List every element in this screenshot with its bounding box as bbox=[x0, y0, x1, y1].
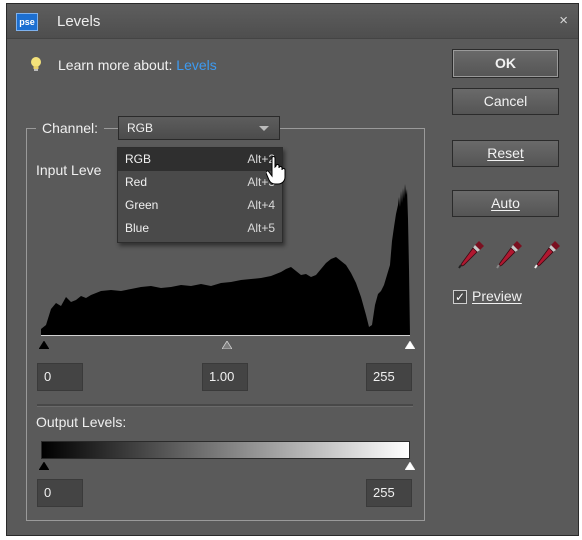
input-white-slider-handle[interactable] bbox=[405, 341, 415, 349]
input-gamma-field[interactable]: 1.00 bbox=[202, 363, 248, 391]
histogram-baseline bbox=[41, 335, 410, 336]
output-white-slider-handle[interactable] bbox=[405, 462, 415, 470]
menu-item-shortcut: Alt+5 bbox=[247, 221, 275, 235]
cancel-button[interactable]: Cancel bbox=[452, 88, 559, 115]
channel-select-value: RGB bbox=[127, 121, 154, 135]
black-point-eyedropper-icon[interactable] bbox=[457, 238, 487, 270]
input-levels-label: Input Leve bbox=[36, 162, 102, 178]
channel-select[interactable]: RGB bbox=[118, 116, 280, 140]
input-white-field[interactable]: 255 bbox=[366, 363, 412, 391]
close-icon[interactable]: × bbox=[559, 12, 568, 29]
preview-check-icon[interactable]: ✓ bbox=[453, 290, 467, 304]
app-icon: pse bbox=[16, 13, 38, 31]
menu-item-rgb[interactable]: RGB Alt+2 bbox=[118, 148, 282, 171]
output-black-slider-handle[interactable] bbox=[39, 462, 49, 470]
menu-item-label: Blue bbox=[125, 221, 150, 235]
menu-item-blue[interactable]: Blue Alt+5 bbox=[118, 217, 282, 240]
white-point-eyedropper-icon[interactable] bbox=[533, 238, 563, 270]
menu-item-green[interactable]: Green Alt+4 bbox=[118, 194, 282, 217]
eyedropper-group bbox=[455, 238, 563, 272]
menu-item-label: RGB bbox=[125, 152, 152, 166]
output-black-field[interactable]: 0 bbox=[37, 479, 83, 507]
ok-button[interactable]: OK bbox=[452, 49, 559, 78]
lightbulb-icon bbox=[31, 57, 41, 71]
channel-dropdown-menu: RGB Alt+2 Red Alt+3 Green Alt+4 Blue Alt… bbox=[117, 147, 283, 243]
learn-more-link[interactable]: Levels bbox=[176, 57, 216, 73]
menu-item-label: Green bbox=[125, 198, 159, 212]
group-top-rule bbox=[292, 128, 425, 129]
hand-cursor-icon bbox=[266, 156, 286, 185]
input-black-field[interactable]: 0 bbox=[37, 363, 83, 391]
learn-more: Learn more about: Levels bbox=[58, 57, 217, 73]
menu-item-label: Red bbox=[125, 175, 148, 189]
auto-button[interactable]: Auto bbox=[452, 190, 559, 217]
dialog-title: Levels bbox=[57, 13, 101, 30]
section-divider bbox=[37, 404, 413, 407]
input-gamma-slider-handle[interactable] bbox=[222, 341, 232, 349]
menu-item-red[interactable]: Red Alt+3 bbox=[118, 171, 282, 194]
gray-point-eyedropper-icon[interactable] bbox=[495, 238, 525, 270]
title-bar[interactable]: pse Levels × bbox=[7, 4, 578, 39]
channel-label: Channel: bbox=[36, 120, 105, 136]
output-gradient-bar bbox=[41, 441, 410, 459]
reset-button[interactable]: Reset bbox=[452, 140, 559, 167]
output-white-field[interactable]: 255 bbox=[366, 479, 412, 507]
input-black-slider-handle[interactable] bbox=[39, 341, 49, 349]
menu-item-shortcut: Alt+4 bbox=[247, 198, 275, 212]
learn-more-label: Learn more about: bbox=[58, 57, 177, 73]
output-levels-label: Output Levels: bbox=[36, 414, 127, 430]
preview-label: Preview bbox=[472, 288, 522, 304]
chevron-down-icon bbox=[259, 126, 269, 131]
